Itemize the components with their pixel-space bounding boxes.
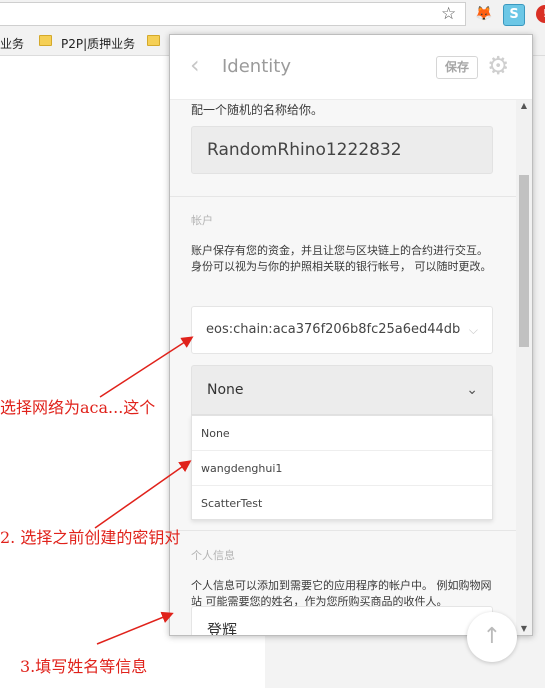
annotation-step-3: 3.填写姓名等信息 [20, 657, 148, 676]
annotation-step-1: 选择网络为aca...这个 [0, 398, 156, 417]
annotation-arrows [94, 336, 194, 645]
annotation-step-2: 2. 选择之前创建的密钥对 [0, 528, 181, 547]
annotation-arrow-2 [94, 460, 192, 529]
annotation-arrow-1 [99, 336, 194, 398]
annotation-arrow-3 [96, 611, 174, 645]
